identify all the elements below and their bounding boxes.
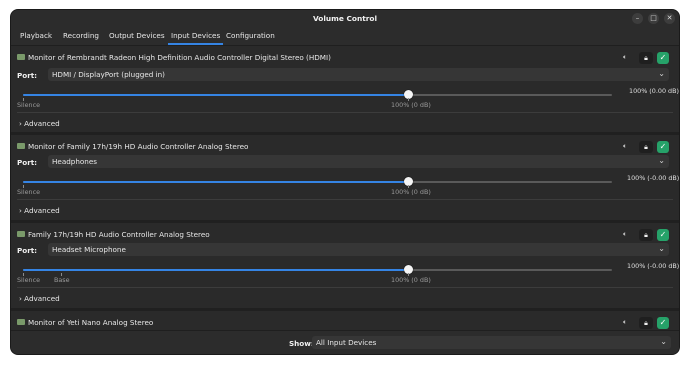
set-default-button[interactable]: ✓ [657,141,669,153]
norm-label: 100% (0 dB) [391,276,431,284]
check-icon: ✓ [659,318,667,327]
lock-channels-button[interactable]: 🔒︎ [639,141,653,153]
show-filter-select[interactable]: All Input Devices ⌄ [312,336,671,349]
close-button[interactable]: ✕ [664,13,675,24]
tab-input-devices[interactable]: Input Devices [167,31,224,45]
window-title: Volume Control [312,14,378,23]
speaker-icon[interactable]: 🔈︎ [623,230,627,239]
advanced-expander[interactable]: › Advanced [19,119,60,128]
tab-configuration[interactable]: Configuration [226,31,275,40]
volume-control-window: Volume Control – □ ✕ Playback Recording … [11,10,679,354]
speaker-icon[interactable]: 🔈︎ [623,53,627,62]
device-panel: Monitor of Yeti Nano Analog Stereo 🔈︎ 🔒︎… [11,313,679,330]
separator [11,220,679,223]
divider [17,287,673,288]
volume-readout: 100% (0.00 dB) [629,87,679,95]
port-select[interactable]: Headset Microphone ⌄ [48,243,669,256]
check-icon: ✓ [659,230,667,239]
separator [11,308,679,311]
check-icon: ✓ [659,142,667,151]
lock-icon: 🔒︎ [644,319,648,327]
tab-output-devices[interactable]: Output Devices [109,31,165,40]
volume-slider-fill [23,94,408,96]
minimize-button[interactable]: – [632,13,643,24]
port-select[interactable]: Headphones ⌄ [48,155,669,168]
separator [11,132,679,135]
norm-label: 100% (0 dB) [391,101,431,109]
volume-readout: 100% (-0.00 dB) [627,262,679,270]
port-value: Headphones [52,157,98,166]
device-name: Monitor of Family 17h/19h HD Audio Contr… [28,142,249,151]
advanced-expander[interactable]: › Advanced [19,206,60,215]
base-label: Base [54,276,70,284]
speaker-icon[interactable]: 🔈︎ [623,318,627,327]
silence-label: Silence [17,276,41,284]
volume-slider-fill [23,269,408,271]
maximize-icon: □ [650,14,657,22]
advanced-label: Advanced [24,294,60,303]
device-name: Family 17h/19h HD Audio Controller Analo… [28,230,210,239]
device-panel: Monitor of Family 17h/19h HD Audio Contr… [11,137,679,222]
advanced-label: Advanced [24,206,60,215]
lock-channels-button[interactable]: 🔒︎ [639,229,653,241]
port-value: HDMI / DisplayPort (plugged in) [52,70,165,79]
titlebar: Volume Control – □ ✕ [11,10,679,27]
port-label: Port: [17,71,38,80]
lock-icon: 🔒︎ [644,54,648,62]
set-default-button[interactable]: ✓ [657,52,669,64]
set-default-button[interactable]: ✓ [657,317,669,329]
close-icon: ✕ [666,14,673,22]
chevron-down-icon: ⌄ [660,337,667,346]
silence-label: Silence [17,101,41,109]
advanced-expander[interactable]: › Advanced [19,294,60,303]
device-name: Monitor of Rembrandt Radeon High Definit… [28,53,331,62]
volume-slider-fill [23,181,408,183]
advanced-label: Advanced [24,119,60,128]
chevron-down-icon: ⌄ [658,69,665,78]
port-label: Port: [17,246,38,255]
lock-channels-button[interactable]: 🔒︎ [639,317,653,329]
port-select[interactable]: HDMI / DisplayPort (plugged in) ⌄ [48,68,669,81]
check-icon: ✓ [659,53,667,62]
port-value: Headset Microphone [52,245,126,254]
tab-playback[interactable]: Playback [20,31,52,40]
divider [17,199,673,200]
device-panel: Family 17h/19h HD Audio Controller Analo… [11,225,679,310]
tab-recording[interactable]: Recording [63,31,99,40]
bottom-bar: Show: All Input Devices ⌄ [11,330,679,354]
silence-label: Silence [17,188,41,196]
lock-channels-button[interactable]: 🔒︎ [639,52,653,64]
chevron-down-icon: ⌄ [658,156,665,165]
show-label: Show: [289,339,314,348]
port-label: Port: [17,158,38,167]
divider [17,112,673,113]
tab-bar: Playback Recording Output Devices Input … [11,27,679,46]
device-panel: Monitor of Rembrandt Radeon High Definit… [11,48,679,133]
microphone-device-icon [17,143,25,149]
show-filter-value: All Input Devices [316,338,377,347]
microphone-device-icon [17,54,25,60]
microphone-device-icon [17,231,25,237]
lock-icon: 🔒︎ [644,143,648,151]
set-default-button[interactable]: ✓ [657,229,669,241]
minimize-icon: – [635,14,640,22]
speaker-icon[interactable]: 🔈︎ [623,142,627,151]
volume-readout: 100% (-0.00 dB) [627,174,679,182]
lock-icon: 🔒︎ [644,231,648,239]
maximize-button[interactable]: □ [648,13,659,24]
microphone-device-icon [17,319,25,325]
device-name: Monitor of Yeti Nano Analog Stereo [28,318,154,327]
chevron-down-icon: ⌄ [658,244,665,253]
norm-label: 100% (0 dB) [391,188,431,196]
